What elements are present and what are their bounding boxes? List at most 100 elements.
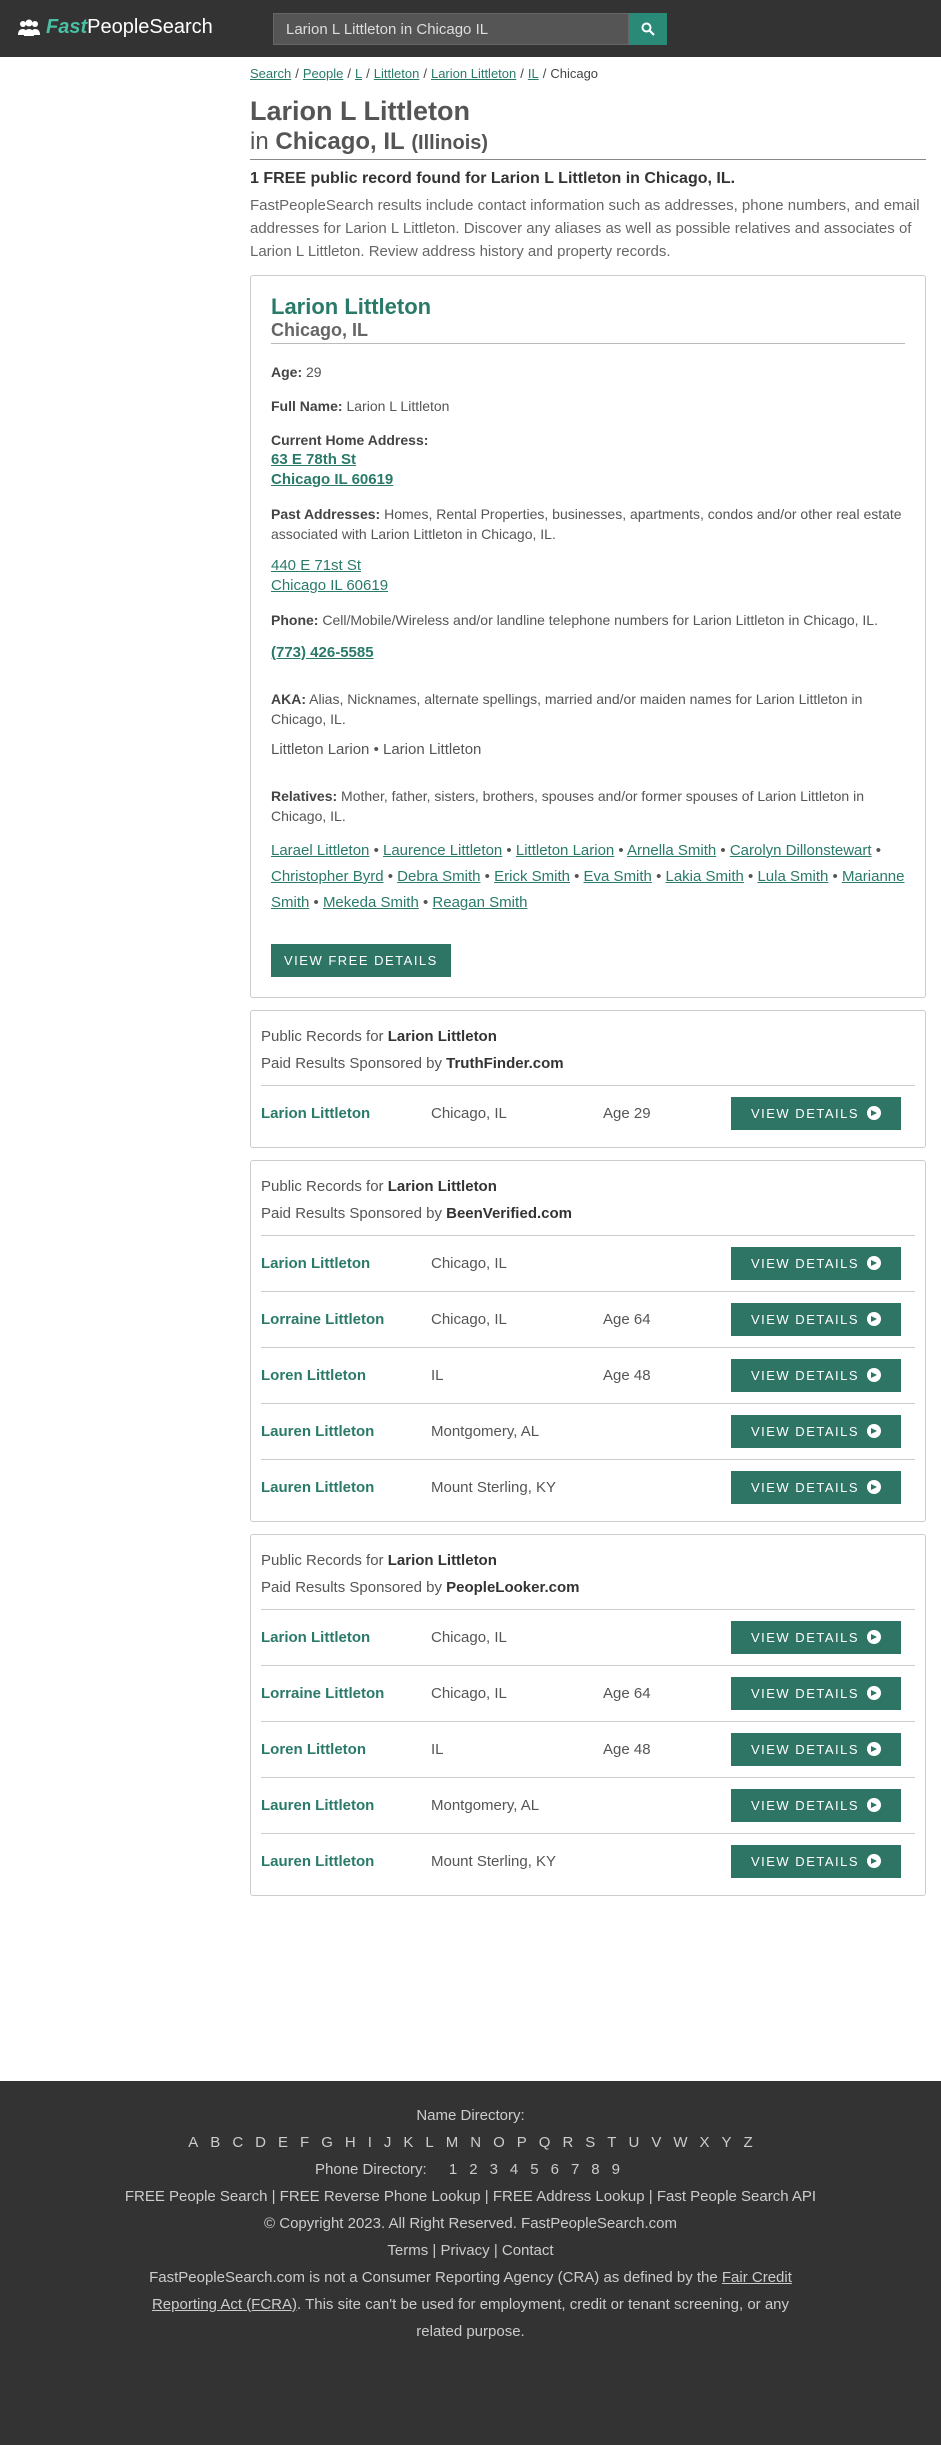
search-button[interactable] xyxy=(629,13,667,45)
phone-link[interactable]: (773) 426-5585 xyxy=(271,644,374,661)
letter-link[interactable]: X xyxy=(700,2134,710,2151)
past-address-line2[interactable]: Chicago IL 60619 xyxy=(271,576,905,596)
letter-link[interactable]: I xyxy=(368,2134,372,2151)
letter-link[interactable]: J xyxy=(384,2134,392,2151)
view-details-button[interactable]: VIEW DETAILS xyxy=(731,1844,901,1878)
view-details-button[interactable]: VIEW DETAILS xyxy=(731,1246,901,1280)
relative-link[interactable]: Lula Smith xyxy=(757,868,828,885)
breadcrumb-il[interactable]: IL xyxy=(528,66,539,81)
letter-link[interactable]: U xyxy=(628,2134,639,2151)
result-name[interactable]: Larion Littleton xyxy=(261,1105,431,1122)
relative-link[interactable]: Eva Smith xyxy=(584,868,652,885)
letter-link[interactable]: N xyxy=(470,2134,481,2151)
letter-link[interactable]: H xyxy=(345,2134,356,2151)
breadcrumb-littleton[interactable]: Littleton xyxy=(374,66,420,81)
view-details-button[interactable]: VIEW DETAILS xyxy=(731,1358,901,1392)
result-location: Chicago, IL xyxy=(431,1104,507,1122)
public-records-name: Larion Littleton xyxy=(387,1551,497,1569)
digit-link[interactable]: 1 xyxy=(449,2161,457,2178)
letter-link[interactable]: V xyxy=(651,2134,661,2151)
footer-links[interactable]: FREE People Search | FREE Reverse Phone … xyxy=(0,2183,941,2210)
view-details-button[interactable]: VIEW DETAILS xyxy=(731,1414,901,1448)
public-records-name: Larion Littleton xyxy=(387,1027,497,1045)
current-address-line2[interactable]: Chicago IL 60619 xyxy=(271,470,905,490)
view-details-button[interactable]: VIEW DETAILS xyxy=(731,1470,901,1504)
breadcrumb-l[interactable]: L xyxy=(355,66,362,81)
result-row: Lorraine Littleton Chicago, IL Age 64 VIEW … xyxy=(261,1664,915,1721)
result-name[interactable]: Loren Littleton xyxy=(261,1741,431,1758)
view-details-button[interactable]: VIEW DETAILS xyxy=(731,1788,901,1822)
breadcrumb: Search / People / L / Littleton / Larion Littlet… xyxy=(250,66,599,81)
breadcrumb-larion-littleton[interactable]: Larion Littleton xyxy=(431,66,516,81)
letter-link[interactable]: Y xyxy=(722,2134,732,2151)
relative-link[interactable]: Mekeda Smith xyxy=(323,894,419,911)
relative-link[interactable]: Reagan Smith xyxy=(432,894,527,911)
result-age: Age 48 xyxy=(603,1366,651,1384)
letter-link[interactable]: G xyxy=(321,2134,333,2151)
letter-link[interactable]: Q xyxy=(539,2134,551,2151)
relative-link[interactable]: Debra Smith xyxy=(397,868,480,885)
result-name[interactable]: Lauren Littleton xyxy=(261,1479,431,1496)
digit-link[interactable]: 9 xyxy=(612,2161,620,2178)
result-name[interactable]: Lorraine Littleton xyxy=(261,1311,431,1328)
breadcrumb-search[interactable]: Search xyxy=(250,66,291,81)
result-name[interactable]: Lauren Littleton xyxy=(261,1423,431,1440)
relative-link[interactable]: Christopher Byrd xyxy=(271,868,384,885)
letter-link[interactable]: Z xyxy=(744,2134,753,2151)
relative-separator: • xyxy=(309,893,323,911)
digit-link[interactable]: 5 xyxy=(530,2161,538,2178)
result-name[interactable]: Lauren Littleton xyxy=(261,1853,431,1870)
digit-link[interactable]: 4 xyxy=(510,2161,518,2178)
digit-link[interactable]: 7 xyxy=(571,2161,579,2178)
relative-link[interactable]: Erick Smith xyxy=(494,868,570,885)
past-address-line1[interactable]: 440 E 71st St xyxy=(271,556,905,576)
letter-link[interactable]: P xyxy=(517,2134,527,2151)
relative-link[interactable]: Littleton Larion xyxy=(516,842,614,859)
digit-link[interactable]: 8 xyxy=(591,2161,599,2178)
relative-link[interactable]: Larael Littleton xyxy=(271,842,369,859)
view-free-details-button[interactable]: VIEW FREE DETAILS xyxy=(271,943,451,977)
view-details-button[interactable]: VIEW DETAILS xyxy=(731,1302,901,1336)
letter-link[interactable]: C xyxy=(232,2134,243,2151)
name-directory-label: Name Directory: xyxy=(416,2107,525,2124)
result-name[interactable]: Loren Littleton xyxy=(261,1367,431,1384)
letter-link[interactable]: M xyxy=(446,2134,459,2151)
letter-link[interactable]: S xyxy=(585,2134,595,2151)
letter-link[interactable]: L xyxy=(425,2134,433,2151)
letter-link[interactable]: W xyxy=(673,2134,687,2151)
view-details-button[interactable]: VIEW DETAILS xyxy=(731,1732,901,1766)
digit-link[interactable]: 2 xyxy=(469,2161,477,2178)
result-name[interactable]: Larion Littleton xyxy=(261,1255,431,1272)
relative-link[interactable]: Carolyn Dillonstewart xyxy=(730,842,872,859)
result-name[interactable]: Lauren Littleton xyxy=(261,1797,431,1814)
result-name[interactable]: Lorraine Littleton xyxy=(261,1685,431,1702)
view-details-button[interactable]: VIEW DETAILS xyxy=(731,1096,901,1130)
aka-values: Littleton Larion • Larion Littleton xyxy=(271,740,482,758)
letter-link[interactable]: K xyxy=(403,2134,413,2151)
digit-link[interactable]: 6 xyxy=(551,2161,559,2178)
breadcrumb-people[interactable]: People xyxy=(303,66,343,81)
letter-link[interactable]: T xyxy=(607,2134,616,2151)
legal-links[interactable]: Terms | Privacy | Contact xyxy=(0,2237,941,2264)
result-name[interactable]: Larion Littleton xyxy=(261,1629,431,1646)
view-details-button[interactable]: VIEW DETAILS xyxy=(731,1620,901,1654)
letter-link[interactable]: O xyxy=(493,2134,505,2151)
relative-separator: • xyxy=(383,867,398,885)
digit-link[interactable]: 3 xyxy=(490,2161,498,2178)
view-details-label: VIEW DETAILS xyxy=(750,1367,860,1383)
logo-people-search-text: PeopleSearch xyxy=(87,16,213,38)
letter-link[interactable]: E xyxy=(278,2134,288,2151)
current-address-line1[interactable]: 63 E 78th St xyxy=(271,450,905,470)
letter-link[interactable]: B xyxy=(210,2134,220,2151)
person-name[interactable]: Larion Littleton xyxy=(271,294,905,320)
logo[interactable]: Fast PeopleSearch xyxy=(18,16,213,39)
relative-link[interactable]: Laurence Littleton xyxy=(383,842,502,859)
view-details-button[interactable]: VIEW DETAILS xyxy=(731,1676,901,1710)
relative-link[interactable]: Arnella Smith xyxy=(627,842,716,859)
relative-link[interactable]: Lakia Smith xyxy=(666,868,744,885)
letter-link[interactable]: F xyxy=(300,2134,309,2151)
letter-link[interactable]: A xyxy=(188,2134,198,2151)
letter-link[interactable]: R xyxy=(562,2134,573,2151)
letter-link[interactable]: D xyxy=(255,2134,266,2151)
search-input[interactable] xyxy=(273,13,629,45)
